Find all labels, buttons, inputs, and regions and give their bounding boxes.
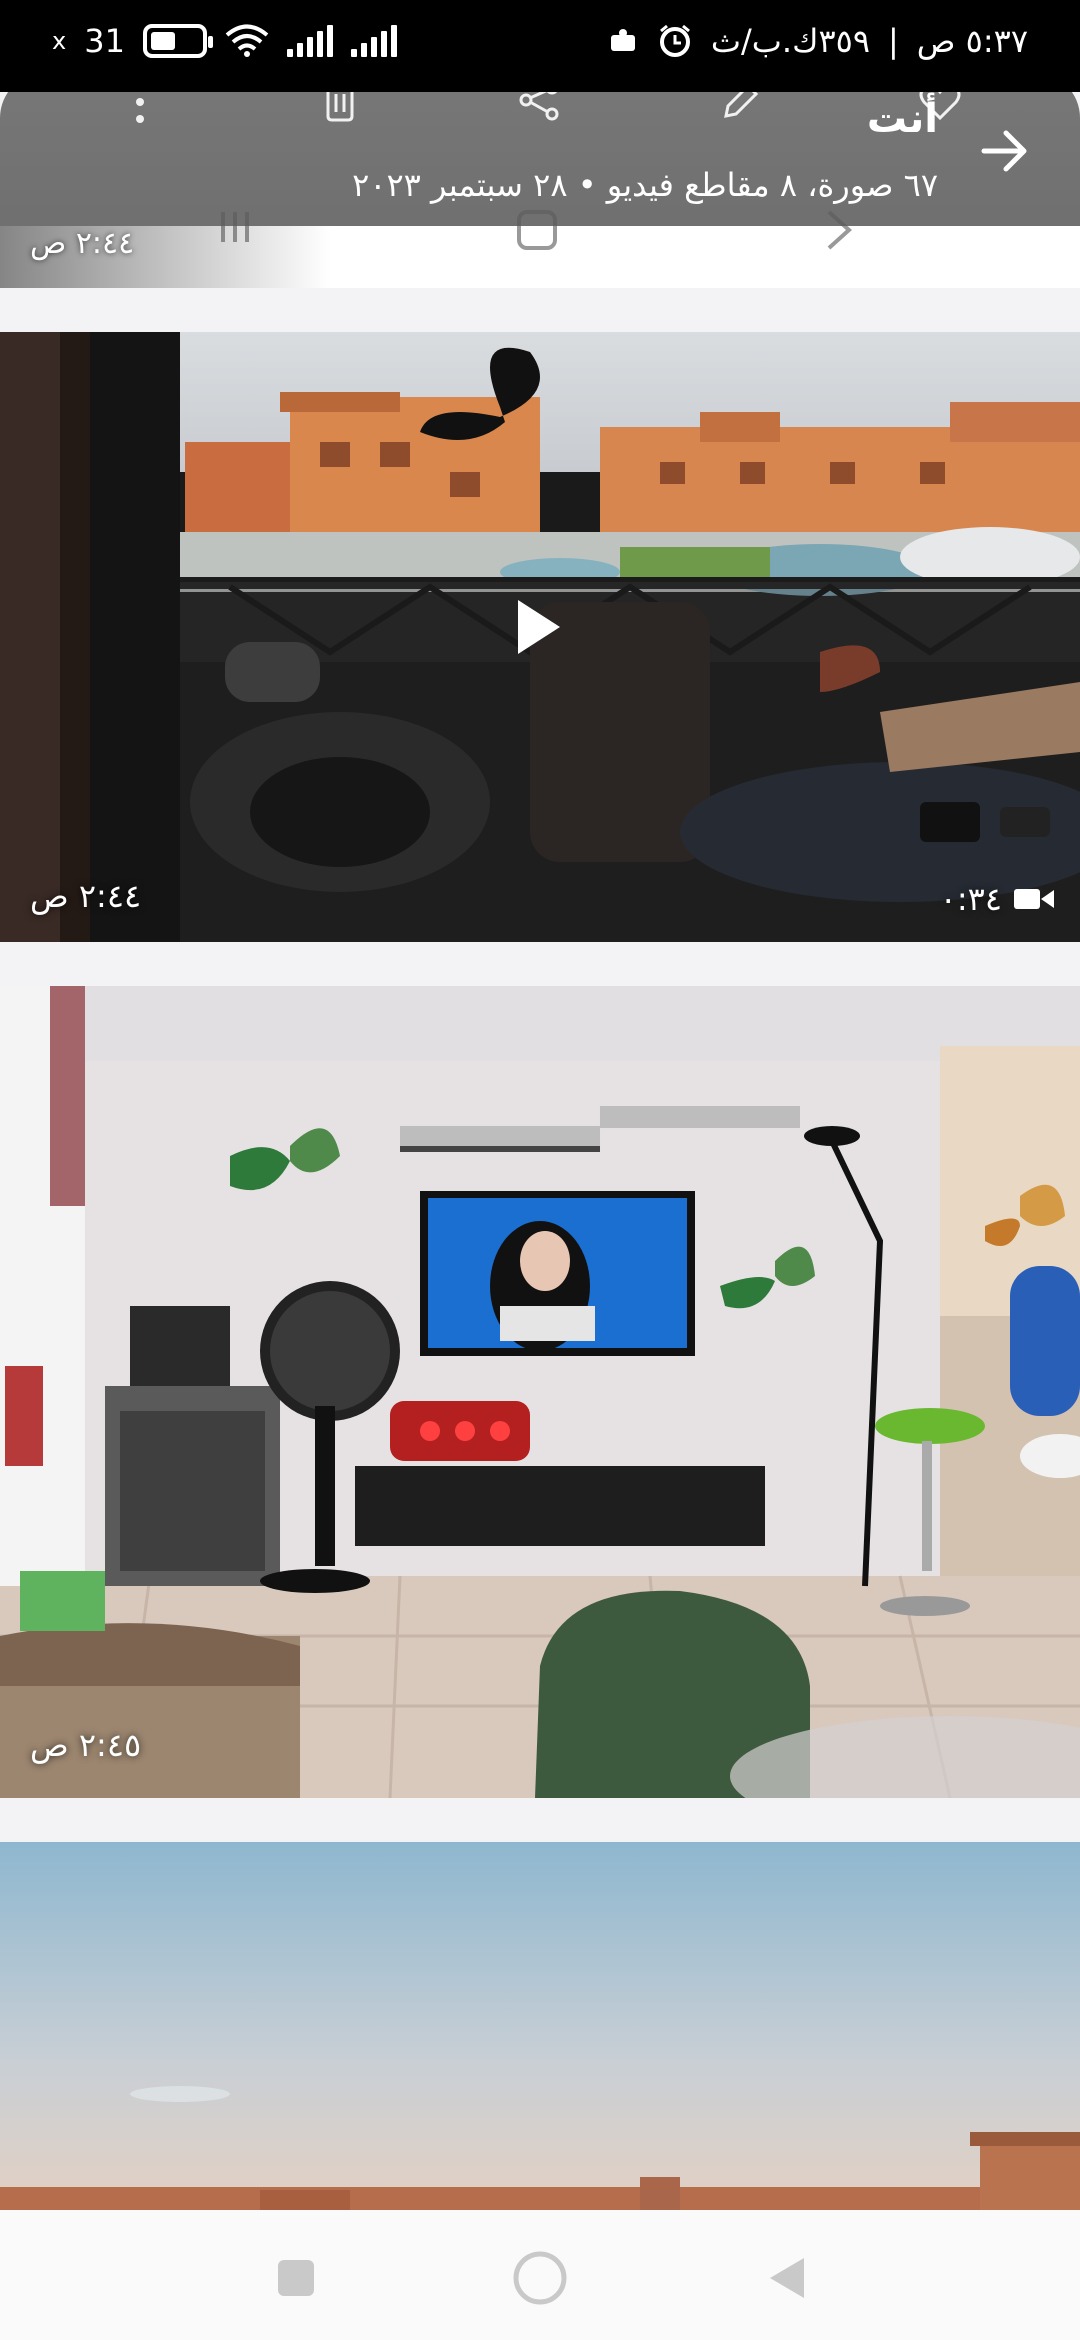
battery-icon xyxy=(142,24,213,58)
circle-icon xyxy=(513,2251,567,2305)
navigation-bar xyxy=(0,2210,1080,2340)
duration-label: ٠:٣٤ xyxy=(939,880,1002,918)
battery-percent: 31 xyxy=(84,22,125,60)
previous-photo-card[interactable]: ٢:٤٤ ص xyxy=(0,210,1080,288)
notification-icon xyxy=(610,29,635,51)
recents-button[interactable] xyxy=(266,2248,326,2308)
alarm-icon xyxy=(659,24,690,57)
battery-x: x xyxy=(52,27,67,55)
clock: ٥:٣٧ ص xyxy=(916,22,1028,60)
arrow-right-icon xyxy=(981,130,1027,172)
square-icon xyxy=(278,2260,314,2296)
page-title: أنت xyxy=(866,96,938,142)
living-room-photo xyxy=(0,986,1080,1798)
signal-icon-1 xyxy=(286,25,333,57)
network-speed: ٣٥٩ك.ب/ث xyxy=(710,22,871,60)
home-button[interactable] xyxy=(510,2248,570,2308)
page-subtitle: ٦٧ صورة، ٨ مقاطع فيديو • ٢٨ سبتمبر ٢٠٢٣ xyxy=(352,166,938,204)
status-divider: | xyxy=(888,22,899,60)
status-right: ٣٥٩ك.ب/ث | ٥:٣٧ ص xyxy=(607,22,1028,60)
screen: x 31 ٣٥٩ك.ب/ث | ٥:٣٧ ص أنت ٦٧ صورة، ٨ مق… xyxy=(0,0,1080,2340)
wifi-icon xyxy=(225,24,269,57)
triangle-back-icon xyxy=(770,2258,804,2298)
app-bar: أنت ٦٧ صورة، ٨ مقاطع فيديو • ٢٨ سبتمبر ٢… xyxy=(0,72,1080,226)
video-card[interactable]: ٢:٤٤ ص ٠:٣٤ xyxy=(0,332,1080,942)
photo-card[interactable]: ٢:٤٥ ص xyxy=(0,986,1080,1798)
sky-photo xyxy=(0,1842,1080,2210)
video-camera-icon xyxy=(1014,889,1054,909)
play-icon[interactable] xyxy=(490,582,580,672)
system-back-button[interactable] xyxy=(756,2248,816,2308)
timestamp-label: ٢:٤٤ ص xyxy=(30,226,135,261)
timestamp-label: ٢:٤٤ ص xyxy=(30,877,142,915)
photo-card[interactable] xyxy=(0,1842,1080,2210)
status-bar: x 31 ٣٥٩ك.ب/ث | ٥:٣٧ ص xyxy=(0,0,1080,92)
status-left: x 31 xyxy=(52,22,397,60)
video-duration: ٠:٣٤ xyxy=(940,880,1054,918)
back-button[interactable] xyxy=(970,116,1040,186)
signal-icon-2 xyxy=(350,25,397,57)
timestamp-label: ٢:٤٥ ص xyxy=(30,1726,142,1764)
